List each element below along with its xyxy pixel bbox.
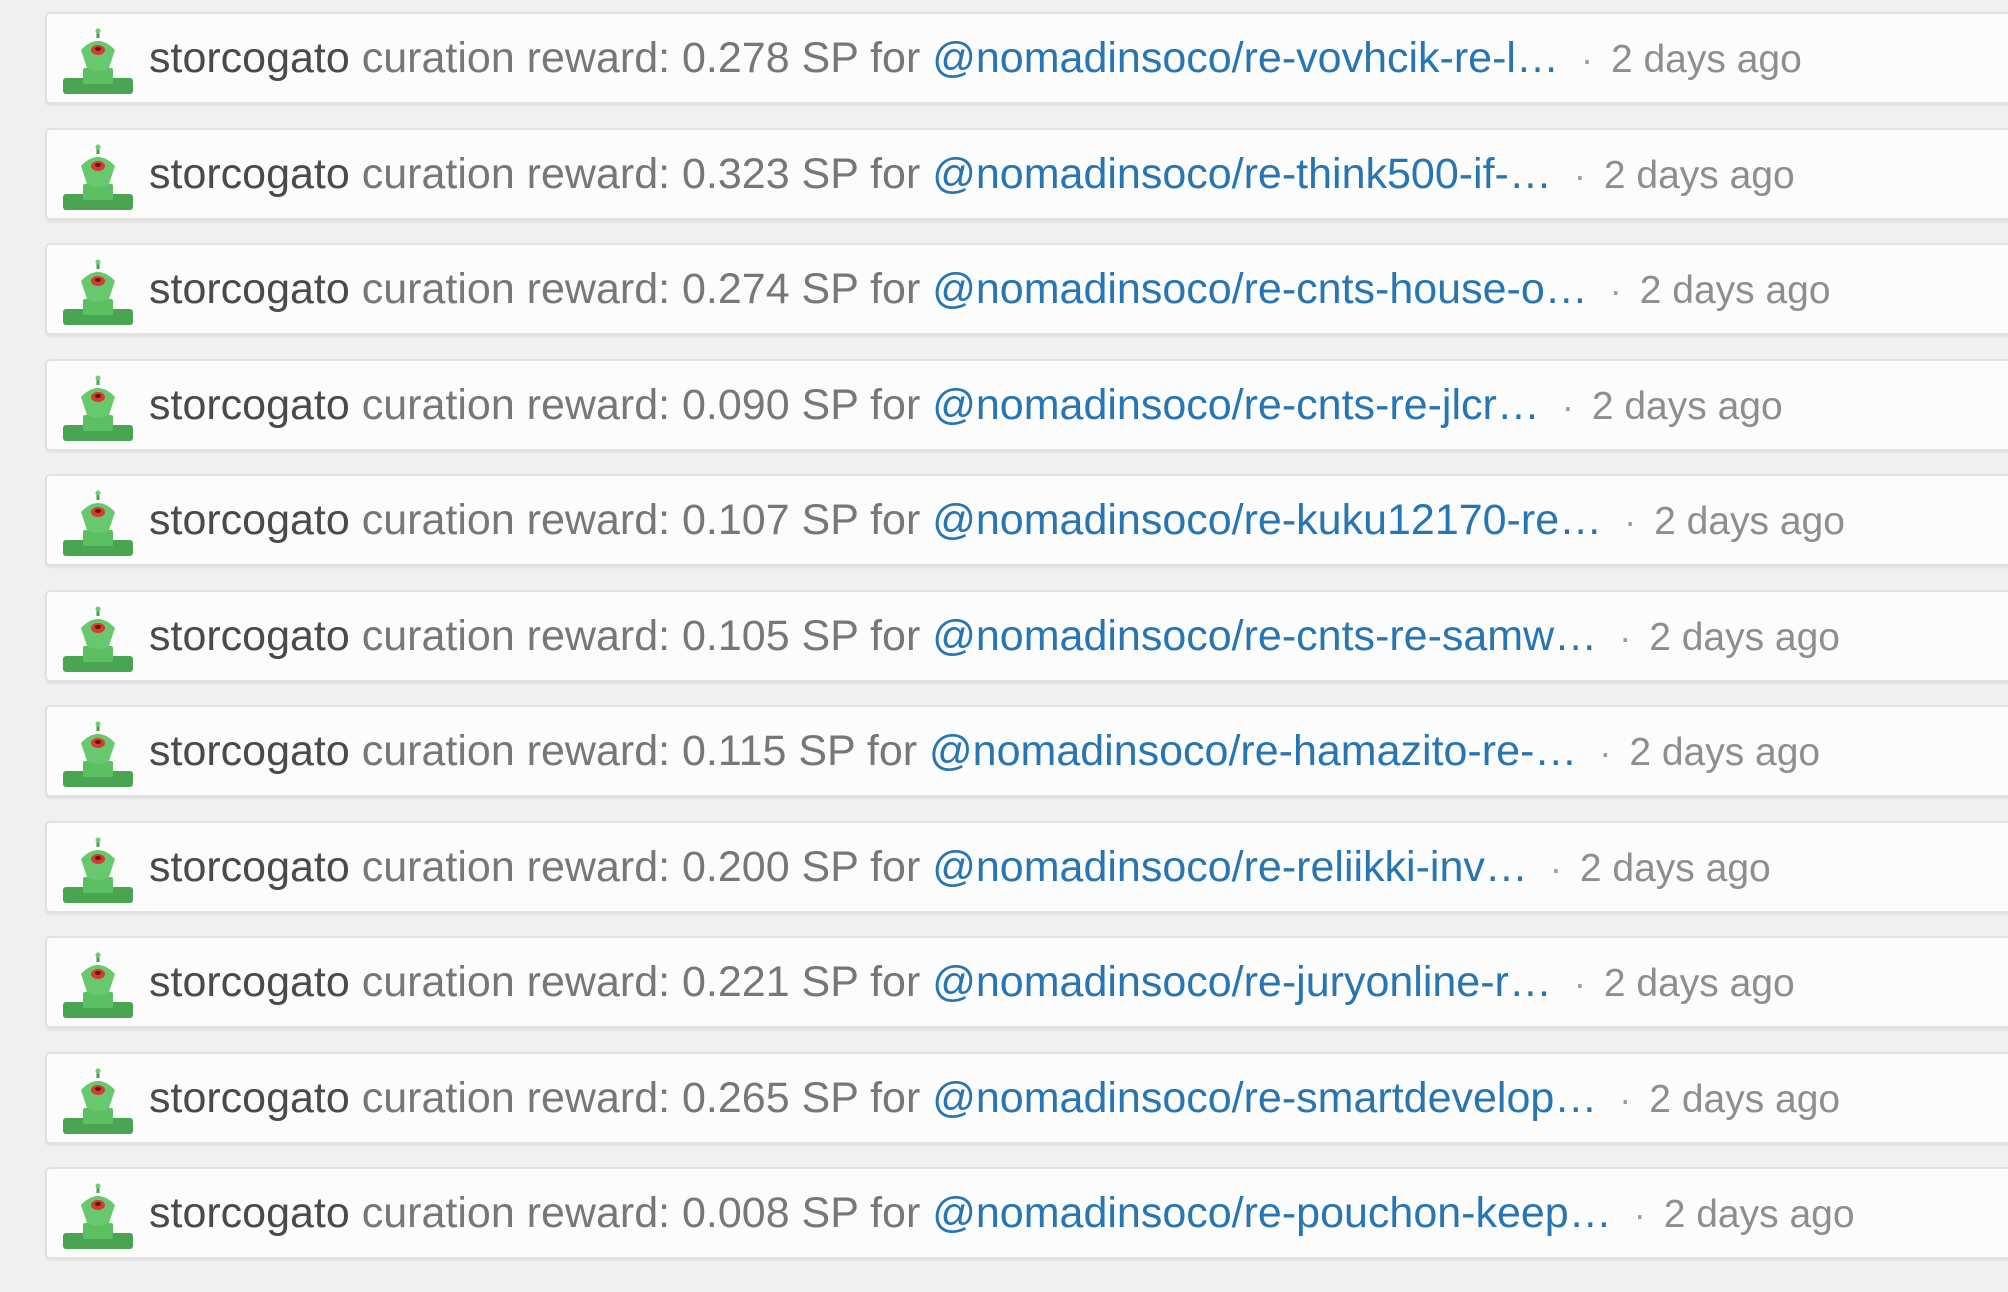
reward-line: storcogato curation reward: 0.323 SP for… [149,130,1795,218]
reward-description: curation reward: 0.008 SP for [361,1189,921,1237]
separator-dot: · [1609,270,1622,311]
feed-row: storcogato curation reward: 0.278 SP for… [45,12,2008,104]
timestamp: 2 days ago [1591,384,1783,428]
post-permlink[interactable]: @nomadinsoco/re-kuku12170-re… [932,496,1602,544]
username-link[interactable]: storcogato [149,34,350,82]
reward-line: storcogato curation reward: 0.278 SP for… [149,14,1802,102]
post-permlink[interactable]: @nomadinsoco/re-cnts-house-o… [932,265,1588,313]
timestamp: 2 days ago [1603,153,1795,197]
reward-line: storcogato curation reward: 0.008 SP for… [149,1169,1855,1257]
feed-row: storcogato curation reward: 0.105 SP for… [45,589,2008,682]
curation-reward-feed: storcogato curation reward: 0.278 SP for… [0,0,2008,1292]
reward-description: curation reward: 0.107 SP for [361,496,921,544]
separator-dot: · [1624,501,1637,542]
robot-avatar-icon[interactable] [59,837,137,903]
timestamp: 2 days ago [1654,500,1845,543]
reward-line: storcogato curation reward: 0.221 SP for… [149,938,1795,1026]
post-permlink[interactable]: @nomadinsoco/re-pouchon-keep… [932,1189,1611,1237]
username-link[interactable]: storcogato [149,1189,350,1237]
separator-dot: · [1619,1078,1632,1120]
username-link[interactable]: storcogato [149,265,350,313]
post-permlink[interactable]: @nomadinsoco/re-hamazito-re-… [929,727,1577,775]
robot-avatar-icon[interactable] [59,721,137,787]
username-link[interactable]: storcogato [149,150,350,198]
separator-dot: · [1633,1194,1646,1235]
separator-dot: · [1561,385,1574,427]
robot-avatar-icon[interactable] [59,259,137,325]
feed-row: storcogato curation reward: 0.107 SP for… [45,474,2008,566]
post-permlink[interactable]: @nomadinsoco/re-reliikki-inv… [932,843,1528,891]
separator-dot: · [1580,39,1593,80]
username-link[interactable]: storcogato [149,843,350,891]
separator-dot: · [1573,154,1586,196]
separator-dot: · [1599,732,1612,773]
feed-row: storcogato curation reward: 0.090 SP for… [45,358,2008,451]
post-permlink[interactable]: @nomadinsoco/re-cnts-re-jlcr… [932,381,1540,429]
feed-row: storcogato curation reward: 0.265 SP for… [45,1051,2008,1144]
post-permlink[interactable]: @nomadinsoco/re-vovhcik-re-l… [932,34,1559,82]
post-permlink[interactable]: @nomadinsoco/re-smartdevelop… [932,1074,1597,1122]
reward-description: curation reward: 0.274 SP for [361,265,921,313]
username-link[interactable]: storcogato [149,381,350,429]
reward-line: storcogato curation reward: 0.200 SP for… [149,823,1771,911]
separator-dot: · [1549,847,1562,889]
username-link[interactable]: storcogato [149,958,350,1006]
robot-avatar-icon[interactable] [59,1068,137,1134]
timestamp: 2 days ago [1639,269,1831,312]
reward-description: curation reward: 0.221 SP for [361,958,921,1006]
robot-avatar-icon[interactable] [59,375,137,441]
reward-line: storcogato curation reward: 0.265 SP for… [149,1054,1840,1142]
timestamp: 2 days ago [1629,731,1821,774]
reward-line: storcogato curation reward: 0.107 SP for… [149,476,1845,564]
separator-dot: · [1619,616,1632,658]
feed-row: storcogato curation reward: 0.008 SP for… [45,1167,2008,1259]
reward-line: storcogato curation reward: 0.105 SP for… [149,592,1840,680]
robot-avatar-icon[interactable] [59,144,137,210]
reward-description: curation reward: 0.090 SP for [361,380,921,429]
robot-avatar-icon[interactable] [59,490,137,556]
timestamp: 2 days ago [1663,1193,1855,1236]
reward-line: storcogato curation reward: 0.090 SP for… [149,361,1783,449]
reward-description: curation reward: 0.265 SP for [361,1073,921,1122]
post-permlink[interactable]: @nomadinsoco/re-think500-if-… [932,150,1552,198]
robot-avatar-icon[interactable] [59,1183,137,1249]
reward-line: storcogato curation reward: 0.115 SP for… [149,707,1820,795]
reward-line: storcogato curation reward: 0.274 SP for… [149,245,1831,333]
reward-description: curation reward: 0.278 SP for [361,34,921,82]
username-link[interactable]: storcogato [149,727,350,775]
post-permlink[interactable]: @nomadinsoco/re-cnts-re-samw… [932,612,1597,660]
username-link[interactable]: storcogato [149,612,350,660]
robot-avatar-icon[interactable] [59,28,137,94]
timestamp: 2 days ago [1610,38,1802,81]
feed-row: storcogato curation reward: 0.200 SP for… [45,820,2008,913]
username-link[interactable]: storcogato [149,1074,350,1122]
username-link[interactable]: storcogato [149,496,350,544]
reward-description: curation reward: 0.323 SP for [361,149,921,198]
timestamp: 2 days ago [1579,846,1771,890]
timestamp: 2 days ago [1649,1077,1841,1121]
separator-dot: · [1573,963,1586,1004]
feed-row: storcogato curation reward: 0.323 SP for… [45,127,2008,220]
feed-row: storcogato curation reward: 0.115 SP for… [45,705,2008,797]
post-permlink[interactable]: @nomadinsoco/re-juryonline-r… [932,958,1552,1006]
robot-avatar-icon[interactable] [59,952,137,1018]
feed-row: storcogato curation reward: 0.221 SP for… [45,936,2008,1028]
reward-description: curation reward: 0.105 SP for [361,611,921,660]
timestamp: 2 days ago [1603,962,1795,1005]
reward-description: curation reward: 0.115 SP for [361,727,918,775]
feed-row: storcogato curation reward: 0.274 SP for… [45,243,2008,335]
timestamp: 2 days ago [1649,615,1840,659]
reward-description: curation reward: 0.200 SP for [361,842,921,891]
robot-avatar-icon[interactable] [59,606,137,672]
